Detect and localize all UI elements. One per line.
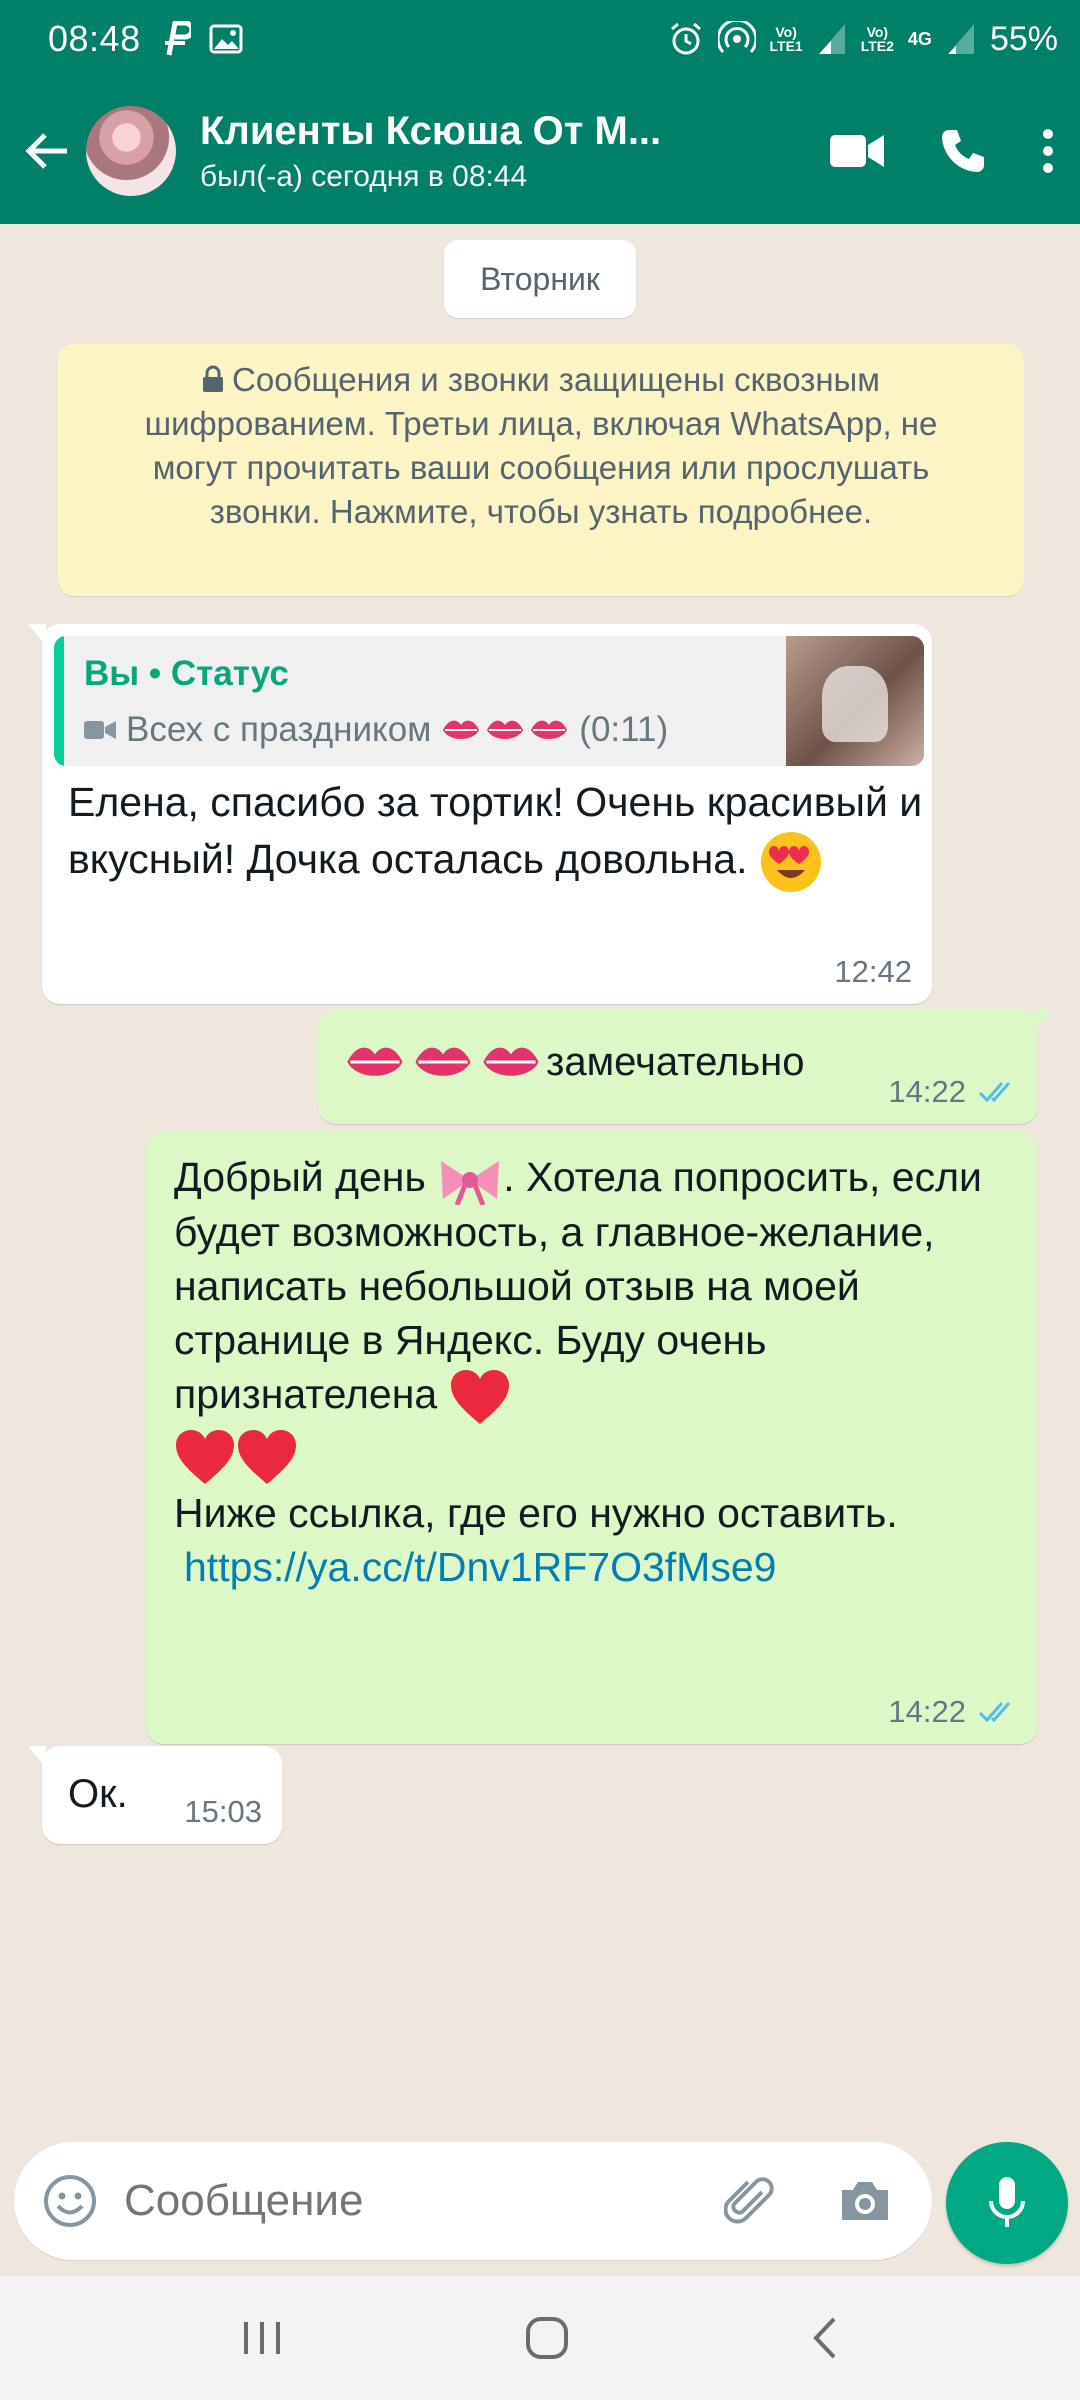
- contact-avatar[interactable]: [86, 106, 176, 196]
- voice-call-icon[interactable]: [940, 128, 986, 174]
- signal-sim2-icon: [947, 24, 974, 54]
- more-options-icon[interactable]: [1042, 128, 1054, 174]
- quote-text: Всех с праздником: [126, 710, 432, 749]
- arrow-back-icon: [25, 133, 67, 169]
- network-sim1-label: Vo) LTE1: [769, 24, 803, 54]
- microphone-icon: [989, 2177, 1025, 2227]
- app-notification-icon: [164, 21, 191, 56]
- status-time: 08:48: [48, 18, 141, 59]
- heart-emoji: [450, 1370, 509, 1425]
- home-icon[interactable]: [524, 2315, 570, 2361]
- heart-emoji: [238, 1429, 296, 1484]
- message-time: 12:42: [834, 954, 912, 989]
- status-thumbnail: [786, 636, 924, 766]
- heart-emoji: [176, 1429, 234, 1484]
- message-composer: [14, 2142, 932, 2260]
- network-sim2-label: Vo) LTE2: [860, 24, 894, 54]
- date-separator: Вторник: [444, 240, 636, 318]
- signal-sim1-icon: [818, 24, 845, 54]
- kiss-emoji: [344, 1039, 542, 1085]
- quoted-status[interactable]: Вы • Статус Всех с праздником (0:11): [54, 636, 924, 766]
- status-bar: 08:48 Vo) LTE1 Vo) LTE2 4G 55%: [0, 0, 1080, 78]
- system-navigation-bar: [0, 2276, 1080, 2400]
- chat-area[interactable]: Вторник Сообщения и звонки защищены скво…: [0, 224, 1080, 2140]
- contact-info[interactable]: Клиенты Ксюша От М... был(-а) сегодня в …: [200, 109, 740, 194]
- message-bubble-outgoing[interactable]: замечательно 14:22: [318, 1010, 1052, 1124]
- nav-back-icon[interactable]: [810, 2315, 840, 2361]
- battery-level: 55%: [989, 19, 1058, 58]
- message-bubble-incoming[interactable]: Ок. 15:03: [28, 1746, 282, 1844]
- message-bubble-incoming[interactable]: Вы • Статус Всех с праздником (0:11) Еле…: [28, 624, 932, 1004]
- kiss-emoji: [441, 715, 569, 745]
- read-receipt-icon: [978, 1702, 1011, 1723]
- message-link[interactable]: https://ya.cc/t/Dnv1RF7O3fMse9: [184, 1544, 776, 1590]
- network-type-label: 4G: [907, 29, 932, 49]
- alarm-icon: [670, 22, 701, 55]
- quote-author: Вы • Статус: [84, 654, 289, 693]
- chat-title: Клиенты Ксюша От М...: [200, 108, 662, 153]
- video-icon: [84, 721, 116, 739]
- message-input[interactable]: [124, 2176, 684, 2226]
- recent-apps-icon[interactable]: [240, 2318, 284, 2358]
- message-time: 14:22: [888, 1074, 966, 1109]
- attach-icon[interactable]: [724, 2174, 778, 2228]
- message-time: 14:22: [888, 1694, 966, 1729]
- video-call-icon[interactable]: [830, 133, 884, 169]
- emoji-picker-icon[interactable]: [42, 2173, 98, 2229]
- back-button[interactable]: [14, 131, 78, 171]
- voice-message-button[interactable]: [946, 2142, 1068, 2264]
- message-text: Ок.: [68, 1772, 128, 1816]
- message-text: замечательно: [344, 1034, 805, 1090]
- quote-duration: (0:11): [579, 710, 669, 749]
- last-seen-status: был(-а) сегодня в 08:44: [200, 159, 528, 193]
- hotspot-icon: [717, 21, 756, 54]
- encryption-text: Сообщения и звонки защищены сквозным шиф…: [144, 361, 938, 530]
- gallery-notification-icon: [209, 24, 243, 54]
- message-time: 15:03: [184, 1794, 262, 1829]
- heart-eyes-emoji: [760, 832, 821, 892]
- lock-icon: [203, 365, 224, 392]
- encryption-notice[interactable]: Сообщения и звонки защищены сквозным шиф…: [58, 344, 1024, 596]
- message-text: Елена, спасибо за тортик! Очень красивый…: [68, 774, 928, 894]
- camera-icon[interactable]: [838, 2178, 892, 2224]
- ribbon-emoji: [441, 1161, 500, 1206]
- message-bubble-outgoing[interactable]: Добрый день . Хотела попросить, если буд…: [146, 1132, 1038, 1744]
- message-text: Добрый день . Хотела попросить, если буд…: [174, 1154, 982, 1590]
- read-receipt-icon: [978, 1082, 1011, 1103]
- chat-header: Клиенты Ксюша От М... был(-а) сегодня в …: [0, 78, 1080, 224]
